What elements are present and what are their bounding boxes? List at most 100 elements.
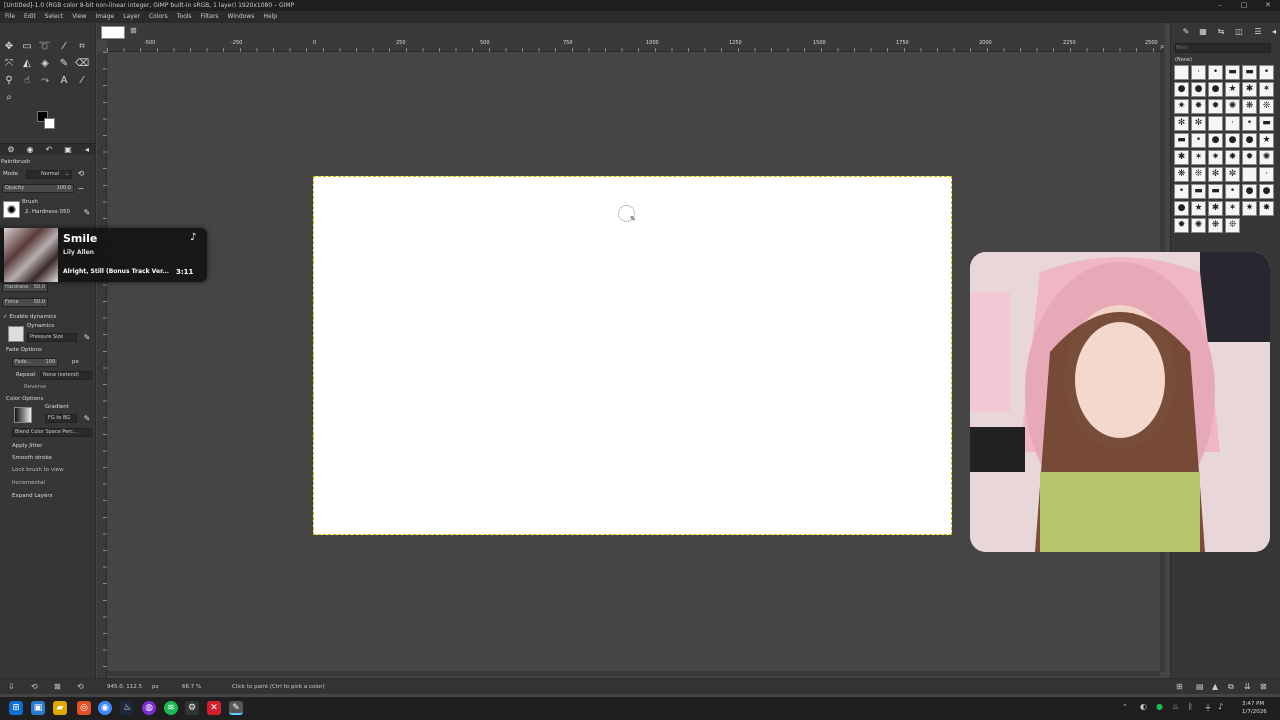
restore-preset-icon[interactable]: ⟲ bbox=[31, 679, 38, 695]
brush-thumbnail[interactable]: • bbox=[1259, 65, 1274, 80]
tool-options-tab-icon[interactable]: ⚙ bbox=[4, 143, 18, 157]
dynamics-preview[interactable] bbox=[8, 326, 24, 342]
brush-thumbnail[interactable]: ★ bbox=[1225, 82, 1240, 97]
file-explorer-icon[interactable]: ▰ bbox=[53, 701, 67, 715]
brush-preview[interactable] bbox=[3, 201, 20, 218]
lock-brush-checkbox[interactable]: Lock brush to view bbox=[12, 466, 64, 475]
edit-brush-icon[interactable]: ✎ bbox=[80, 206, 94, 220]
apply-jitter-checkbox[interactable]: Apply Jitter bbox=[12, 442, 42, 451]
mode-select[interactable]: Normal ⌄ bbox=[26, 170, 72, 179]
image-tab-thumbnail[interactable] bbox=[101, 26, 125, 39]
smudge-tool-icon[interactable]: ☝ bbox=[20, 74, 34, 88]
warp-tool-icon[interactable]: ◭ bbox=[20, 57, 34, 71]
smooth-stroke-checkbox[interactable]: Smooth stroke bbox=[12, 454, 52, 463]
brush-thumbnail[interactable]: ● bbox=[1174, 201, 1189, 216]
edit-gradient-icon[interactable]: ✎ bbox=[80, 412, 94, 426]
steam-icon[interactable]: ♨ bbox=[120, 701, 134, 715]
opacity-slider[interactable]: Opacity 100.0 bbox=[2, 184, 74, 193]
layer-group-icon[interactable]: ▤ bbox=[1196, 679, 1204, 695]
fade-length-slider[interactable]: Fade... 100 bbox=[12, 358, 58, 367]
merge-layer-icon[interactable]: ⇊ bbox=[1244, 679, 1251, 695]
undo-history-tab-icon[interactable]: ↶ bbox=[42, 143, 56, 157]
gradients-tab-icon[interactable]: ◫ bbox=[1232, 25, 1246, 39]
brush-thumbnail[interactable]: ▬ bbox=[1225, 65, 1240, 80]
brush-thumbnail[interactable]: ✶ bbox=[1259, 82, 1274, 97]
brush-thumbnail[interactable]: ● bbox=[1225, 133, 1240, 148]
duplicate-layer-icon[interactable]: ⧉ bbox=[1228, 679, 1234, 695]
brush-thumbnail[interactable]: ● bbox=[1191, 82, 1206, 97]
maximize-button[interactable]: □ bbox=[1232, 0, 1256, 11]
reverse-checkbox[interactable]: Reverse bbox=[24, 383, 46, 392]
brush-thumbnail[interactable]: ❊ bbox=[1191, 167, 1206, 182]
clock-time[interactable]: 3:47 PM bbox=[1242, 701, 1264, 707]
color-options-label[interactable]: Color Options bbox=[6, 395, 43, 404]
zoom-tool-icon[interactable]: ⌕ bbox=[2, 91, 16, 105]
brush-thumbnail[interactable]: ▬ bbox=[1259, 116, 1274, 131]
brush-thumbnail[interactable]: ✼ bbox=[1225, 167, 1240, 182]
background-color-swatch[interactable] bbox=[44, 118, 55, 129]
brush-thumbnail[interactable]: ✸ bbox=[1259, 201, 1274, 216]
images-tab-icon[interactable]: ▣ bbox=[61, 143, 75, 157]
brush-thumbnail[interactable]: • bbox=[1242, 116, 1257, 131]
chrome-icon[interactable]: ◉ bbox=[98, 701, 112, 715]
brush-thumbnail[interactable]: ● bbox=[1259, 184, 1274, 199]
save-tool-preset-icon[interactable]: ⇩ bbox=[8, 679, 15, 695]
brush-thumbnail[interactable]: · bbox=[1259, 167, 1274, 182]
brush-thumbnail[interactable]: ✺ bbox=[1225, 99, 1240, 114]
tray-usb-icon[interactable]: ⏚ bbox=[1204, 702, 1212, 713]
delete-layer-icon[interactable]: ⊠ bbox=[1260, 679, 1267, 695]
brush-thumbnail[interactable]: ✹ bbox=[1242, 150, 1257, 165]
brush-thumbnail[interactable]: ✷ bbox=[1208, 150, 1223, 165]
brush-thumbnail[interactable]: ✹ bbox=[1174, 218, 1189, 233]
brush-thumbnail[interactable]: ✱ bbox=[1242, 82, 1257, 97]
brush-thumbnail[interactable] bbox=[1208, 116, 1223, 131]
brush-thumbnail[interactable]: ❊ bbox=[1259, 99, 1274, 114]
patterns-tab-icon[interactable]: ▦ bbox=[1196, 25, 1210, 39]
app-icon[interactable]: ⚙ bbox=[185, 701, 199, 715]
minus-icon[interactable]: − bbox=[74, 182, 88, 196]
start-icon[interactable]: ⊞ bbox=[9, 701, 23, 715]
brush-thumbnail[interactable]: ▬ bbox=[1191, 184, 1206, 199]
brush-thumbnail[interactable]: ✷ bbox=[1242, 201, 1257, 216]
brush-thumbnail[interactable]: · bbox=[1191, 65, 1206, 80]
brush-thumbnail[interactable]: ● bbox=[1208, 133, 1223, 148]
brush-thumbnail[interactable]: ▬ bbox=[1208, 184, 1223, 199]
force-slider[interactable]: Force 50.0 bbox=[2, 298, 48, 307]
obs-icon[interactable]: ◍ bbox=[142, 701, 156, 715]
text-tool-icon[interactable]: A bbox=[57, 74, 71, 88]
fonts-tab-icon[interactable]: ⇆ bbox=[1214, 25, 1228, 39]
brush-thumbnail[interactable]: ● bbox=[1208, 82, 1223, 97]
fuzzy-select-tool-icon[interactable]: ⁄ bbox=[57, 40, 71, 54]
menu-colors[interactable]: Colors bbox=[149, 11, 168, 23]
menu-help[interactable]: Help bbox=[263, 11, 277, 23]
brush-thumbnail[interactable]: ❊ bbox=[1225, 218, 1240, 233]
brush-thumbnail[interactable]: • bbox=[1174, 184, 1189, 199]
clone-tool-icon[interactable]: ⚲ bbox=[2, 74, 16, 88]
menu-select[interactable]: Select bbox=[45, 11, 64, 23]
horizontal-scrollbar[interactable] bbox=[107, 671, 1160, 676]
eraser-tool-icon[interactable]: ⌫ bbox=[75, 57, 89, 71]
repeat-select[interactable]: None (extend) bbox=[40, 371, 92, 380]
tray-app-icon[interactable]: ◐ bbox=[1140, 702, 1147, 711]
brush-thumbnail[interactable]: ✹ bbox=[1208, 99, 1223, 114]
close-image-tab-icon[interactable]: ⊠ bbox=[130, 26, 137, 35]
spotify-icon[interactable]: ≋ bbox=[164, 701, 178, 715]
brush-thumbnail[interactable]: • bbox=[1191, 133, 1206, 148]
brush-thumbnail[interactable] bbox=[1174, 65, 1189, 80]
tray-bluetooth-icon[interactable]: ᛒ bbox=[1188, 702, 1193, 711]
reset-options-icon[interactable]: ⟲ bbox=[77, 679, 84, 695]
horizontal-ruler[interactable]: -500 -250 0 250 500 750 1000 1250 1500 1… bbox=[107, 40, 1165, 52]
brush-thumbnail[interactable]: ✱ bbox=[1174, 150, 1189, 165]
lasso-tool-icon[interactable]: ➰ bbox=[38, 40, 52, 54]
raise-layer-icon[interactable]: ▲ bbox=[1212, 679, 1218, 695]
document-history-tab-icon[interactable]: ☰ bbox=[1251, 25, 1265, 39]
tray-spotify-icon[interactable]: ● bbox=[1156, 702, 1163, 711]
brush-thumbnail[interactable]: ✺ bbox=[1259, 150, 1274, 165]
clock-date[interactable]: 1/7/2026 bbox=[1242, 709, 1267, 715]
brush-thumbnail[interactable]: • bbox=[1208, 65, 1223, 80]
brush-thumbnail[interactable] bbox=[1242, 167, 1257, 182]
brush-thumbnail[interactable]: ▬ bbox=[1174, 133, 1189, 148]
enable-dynamics-checkbox[interactable]: ✓ Enable dynamics bbox=[3, 313, 56, 322]
menu-windows[interactable]: Windows bbox=[228, 11, 255, 23]
color-picker-tool-icon[interactable]: ⁄ bbox=[75, 74, 89, 88]
